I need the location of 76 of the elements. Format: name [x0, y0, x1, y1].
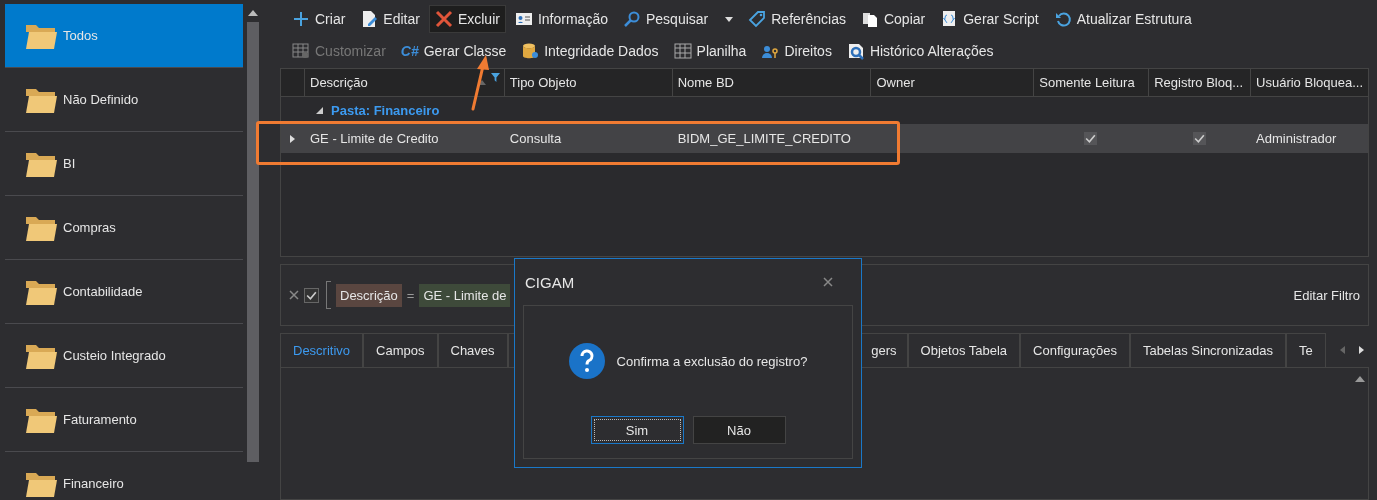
expand-icon[interactable]: [316, 107, 323, 114]
table-row[interactable]: GE - Limite de Credito Consulta BIDM_GE_LIMITE_CREDITO Administrador: [281, 124, 1368, 153]
toolbar-button[interactable]: Referências: [742, 5, 852, 33]
sidebar-item[interactable]: Todos: [5, 4, 243, 68]
dialog-button[interactable]: Não: [692, 416, 786, 444]
column-header[interactable]: Somente Leitura: [1033, 69, 1149, 96]
table-icon[interactable]: [673, 42, 692, 60]
toolbar-button[interactable]: Informação: [508, 5, 614, 33]
column-header[interactable]: Tipo Objeto: [503, 69, 672, 96]
toolbar-button[interactable]: Editar: [354, 5, 426, 33]
tab[interactable]: Configurações: [1020, 333, 1130, 367]
plus-icon[interactable]: [292, 10, 310, 28]
delete-icon[interactable]: [434, 10, 453, 28]
sidebar-item[interactable]: Compras: [5, 196, 243, 260]
tab[interactable]: Objetos Tabela: [907, 333, 1021, 367]
toolbar-button[interactable]: Excluir: [428, 5, 506, 33]
sidebar-item[interactable]: Contabilidade: [5, 260, 243, 324]
toolbar-button[interactable]: Planilha: [667, 37, 753, 65]
search-icon[interactable]: [623, 10, 641, 28]
row-pointer-icon: [290, 134, 295, 143]
column-header[interactable]: Registro Bloq...: [1148, 69, 1251, 96]
checkbox[interactable]: [304, 287, 319, 303]
table-cell: Administrador: [1256, 131, 1337, 146]
close-icon[interactable]: [289, 290, 299, 300]
toolbar-button[interactable]: Direitos: [755, 37, 838, 65]
checkbox[interactable]: [1192, 132, 1206, 145]
dialog-button[interactable]: Sim: [590, 416, 684, 444]
toolbar-button[interactable]: Gerar Script: [934, 5, 1045, 33]
toolbar-button[interactable]: C# Gerar Classe: [394, 37, 513, 65]
sidebar-item[interactable]: Faturamento: [5, 388, 243, 452]
column-header[interactable]: Nome BD: [671, 69, 871, 96]
filter-operator[interactable]: =: [406, 287, 415, 303]
scrollbar-thumb[interactable]: [247, 22, 259, 462]
table-cell: BIDM_GE_LIMITE_CREDITO: [677, 131, 851, 146]
toolbar-button[interactable]: Atualizar Estrutura: [1047, 5, 1198, 33]
tab[interactable]: Descritivo: [280, 333, 364, 367]
sidebar-item[interactable]: Não Definido: [5, 68, 243, 132]
group-label: Pasta: Financeiro: [331, 103, 440, 118]
filter-field-chip[interactable]: Descrição: [336, 283, 402, 307]
scroll-left-icon[interactable]: [1339, 346, 1345, 354]
sidebar-item[interactable]: Financeiro: [5, 452, 243, 500]
table-cell: GE - Limite de Credito: [310, 131, 439, 146]
database-icon[interactable]: [521, 42, 540, 60]
column-header[interactable]: Owner: [870, 69, 1034, 96]
close-icon[interactable]: [823, 277, 833, 287]
caret-icon[interactable]: [725, 16, 734, 22]
tag-icon[interactable]: [748, 10, 767, 28]
filter-value-chip[interactable]: GE - Limite de: [419, 283, 511, 307]
toolbar-button[interactable]: Histórico Alterações: [840, 37, 1000, 65]
tab[interactable]: Te: [1286, 333, 1326, 367]
dialog-title: CIGAM: [525, 273, 575, 291]
scroll-up-icon[interactable]: [248, 10, 258, 16]
dialog-message: Confirma a exclusão do registro?: [616, 353, 808, 369]
sidebar-item[interactable]: Custeio Integrado: [5, 324, 243, 388]
filter-icon[interactable]: [490, 73, 500, 82]
refresh-icon[interactable]: [1053, 10, 1072, 28]
scroll-right-icon[interactable]: [1358, 346, 1364, 354]
scroll-up-icon[interactable]: [1355, 376, 1365, 382]
toolbar-button[interactable]: Integridade Dados: [515, 37, 665, 65]
toolbar-button[interactable]: Criar: [286, 5, 352, 33]
toolbar-button[interactable]: Pesquisar: [617, 5, 740, 33]
tab[interactable]: Campos: [363, 333, 438, 367]
tab[interactable]: Tabelas Sincronizadas: [1129, 333, 1286, 367]
checkbox[interactable]: [1084, 132, 1098, 145]
question-icon: [568, 343, 605, 379]
id-card-icon[interactable]: [514, 10, 533, 28]
sort-icon: [477, 80, 486, 85]
column-header[interactable]: Usuário Bloquea...: [1250, 69, 1368, 96]
copy-icon[interactable]: [860, 10, 879, 28]
edit-page-icon[interactable]: [360, 10, 379, 28]
toolbar-button[interactable]: Copiar: [854, 5, 932, 33]
history-icon[interactable]: [846, 42, 865, 60]
edit-filter-link[interactable]: Editar Filtro: [1293, 287, 1360, 303]
table-cell: Consulta: [509, 131, 562, 146]
tab[interactable]: Chaves: [437, 333, 508, 367]
sidebar-item[interactable]: BI: [5, 132, 243, 196]
